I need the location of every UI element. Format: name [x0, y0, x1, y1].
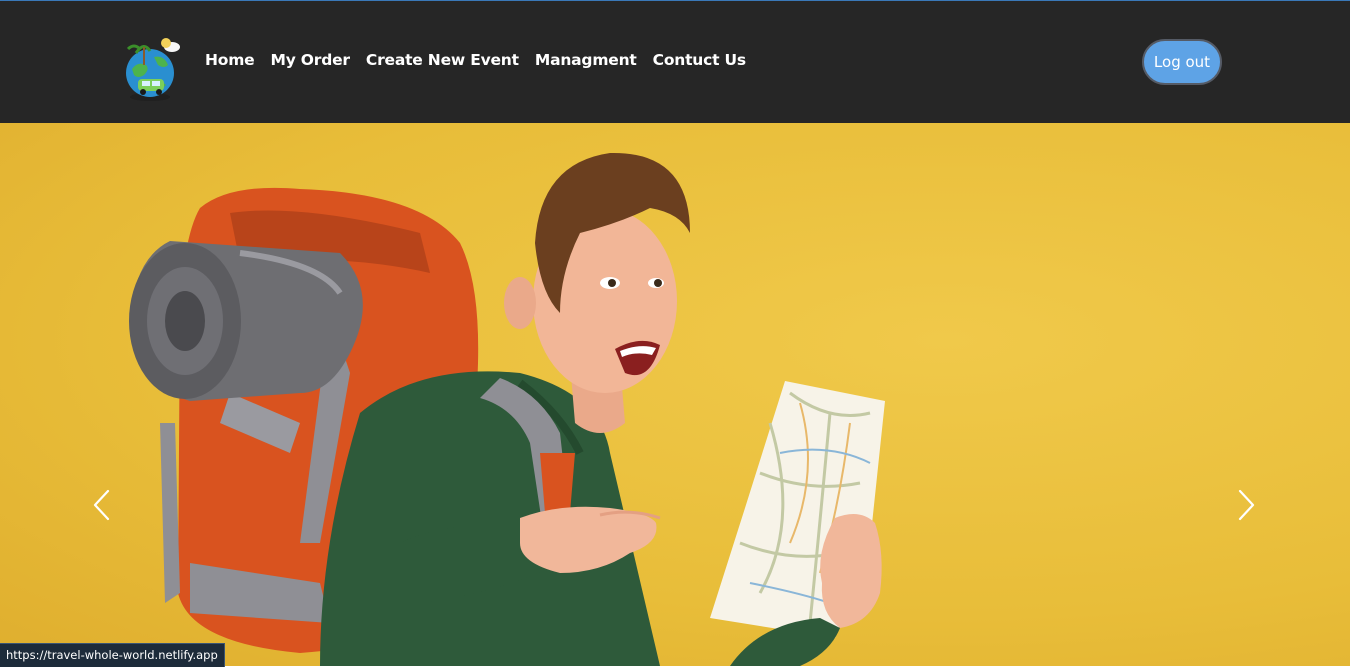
carousel-next-button[interactable] [1232, 485, 1262, 525]
travel-globe-logo-icon[interactable] [114, 35, 186, 107]
nav-link-managment[interactable]: Managment [535, 51, 637, 69]
chevron-left-icon [93, 489, 110, 521]
browser-status-url: https://travel-whole-world.netlify.app [0, 643, 225, 667]
carousel-slide-image [129, 152, 885, 666]
nav-link-create-new-event[interactable]: Create New Event [366, 51, 519, 69]
main-nav: Home My Order Create New Event Managment… [205, 51, 746, 69]
nav-link-contuct-us[interactable]: Contuct Us [653, 51, 747, 69]
chevron-right-icon [1238, 489, 1255, 521]
nav-link-home[interactable]: Home [205, 51, 255, 69]
navbar: Home My Order Create New Event Managment… [0, 1, 1350, 123]
logout-button[interactable]: Log out [1142, 39, 1222, 85]
hero-carousel [0, 123, 1350, 666]
carousel-prev-button[interactable] [86, 485, 116, 525]
nav-link-my-order[interactable]: My Order [270, 51, 350, 69]
